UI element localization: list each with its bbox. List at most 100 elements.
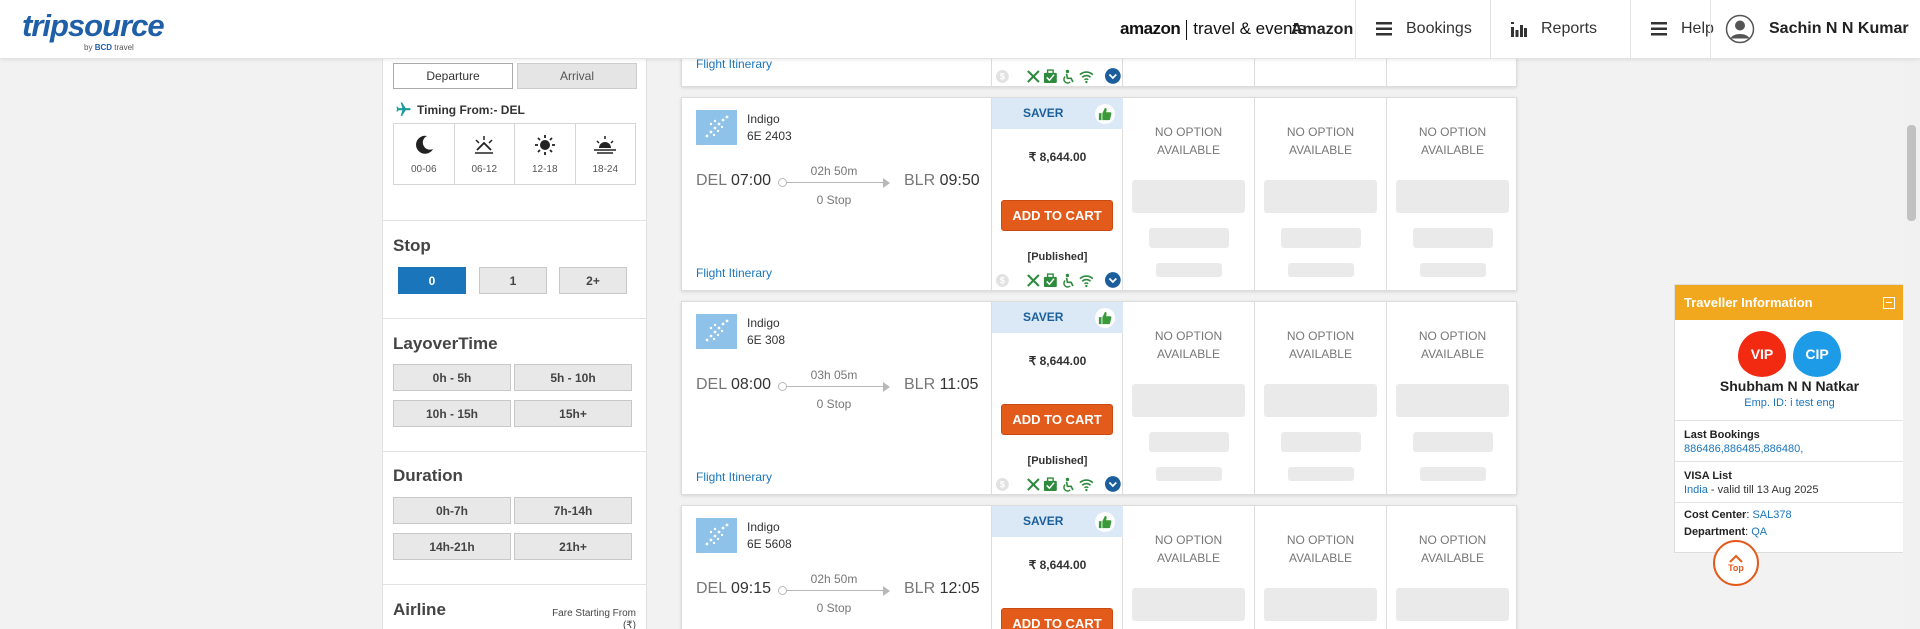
baggage-icon bbox=[1044, 68, 1058, 83]
arrival-info: BLR 11:05 bbox=[904, 376, 979, 393]
moon-icon bbox=[415, 135, 433, 154]
thumbs-up-icon bbox=[1095, 104, 1115, 124]
timing-slot-06-12[interactable]: 06-12 bbox=[455, 124, 515, 184]
fare-type-bar: SAVER bbox=[992, 98, 1123, 129]
departure-info: DEL 08:00 bbox=[696, 376, 772, 393]
cost-center-row: Cost Center: SAL378 Department: QA bbox=[1675, 502, 1904, 552]
no-option-label: NO OPTION AVAILABLE bbox=[1286, 533, 1355, 565]
fare-column: SAVER ₹ 8,644.00 ADD TO CART [Published]… bbox=[991, 98, 1123, 290]
flight-result-card: Indigo 6E 5608 DEL 09:15 02h 50m 0 Stop … bbox=[681, 505, 1517, 629]
chevron-down-icon[interactable] bbox=[1105, 68, 1121, 84]
indigo-logo-icon bbox=[705, 115, 728, 137]
chevron-down-icon[interactable] bbox=[1105, 272, 1121, 288]
user-name: Sachin N N Kumar bbox=[1769, 20, 1909, 37]
baggage-icon bbox=[1044, 476, 1058, 491]
department-value: QA bbox=[1751, 526, 1768, 538]
airline-logo bbox=[696, 110, 737, 145]
departure-info: DEL 07:00 bbox=[696, 172, 772, 189]
wifi-icon bbox=[1079, 70, 1094, 83]
add-to-cart-button[interactable]: ADD TO CART bbox=[1001, 608, 1113, 629]
airplane-icon bbox=[396, 102, 411, 116]
nav-reports[interactable]: Reports bbox=[1490, 0, 1630, 58]
chevron-down-icon[interactable] bbox=[1105, 476, 1121, 492]
fare-price: ₹ 8,644.00 bbox=[1028, 354, 1087, 368]
fare-type-bar: SAVER bbox=[992, 302, 1123, 333]
tab-arrival[interactable]: Arrival bbox=[517, 63, 637, 89]
duration-option-0-7[interactable]: 0h-7h bbox=[393, 497, 511, 524]
airline-name: Indigo bbox=[747, 520, 780, 534]
tripsource-logo[interactable]: tripsource by BCD travel bbox=[22, 8, 165, 52]
nav-reports-label: Reports bbox=[1541, 20, 1598, 37]
layover-option-15plus[interactable]: 15h+ bbox=[514, 400, 632, 427]
amazon-travel-logo: amazon travel & events bbox=[1120, 19, 1306, 40]
visa-validity: - valid till 13 Aug 2025 bbox=[1707, 484, 1819, 496]
currency-icon: $ bbox=[995, 477, 1009, 491]
layover-option-10-15[interactable]: 10h - 15h bbox=[393, 400, 511, 427]
flight-itinerary-link[interactable]: Flight Itinerary bbox=[696, 57, 772, 71]
thumbs-up-icon bbox=[1095, 308, 1115, 328]
wifi-icon bbox=[1079, 274, 1094, 287]
fare-column: SAVER ₹ 8,644.00 ADD TO CART [Published]… bbox=[991, 302, 1123, 494]
last-bookings-links[interactable]: 886486,886485,886480, bbox=[1684, 443, 1895, 455]
timing-slot-00-06[interactable]: 00-06 bbox=[394, 124, 455, 184]
no-option-label: NO OPTION AVAILABLE bbox=[1418, 329, 1487, 361]
fare-column: SAVER ₹ 8,644.00 ADD TO CART bbox=[991, 506, 1123, 629]
traveller-name: Shubham N N Natkar bbox=[1719, 378, 1860, 394]
layover-option-0-5[interactable]: 0h - 5h bbox=[393, 364, 511, 391]
top-header: tripsource by BCD travel amazon travel & … bbox=[0, 0, 1920, 59]
departure-info: DEL 09:15 bbox=[696, 580, 772, 597]
add-to-cart-button[interactable]: ADD TO CART bbox=[1001, 200, 1113, 231]
nav-bookings[interactable]: Bookings bbox=[1355, 0, 1490, 58]
no-option-column: NO OPTION AVAILABLE bbox=[1387, 506, 1519, 629]
stop-count: 0 Stop bbox=[816, 601, 852, 615]
collapse-icon[interactable] bbox=[1883, 296, 1895, 309]
no-option-column: NO OPTION AVAILABLE bbox=[1387, 302, 1519, 494]
thumbs-up-icon bbox=[1095, 512, 1115, 532]
no-option-column: NO OPTION AVAILABLE bbox=[1123, 506, 1255, 629]
fare-type-label: SAVER bbox=[1023, 310, 1064, 324]
departure-arrival-toggle: Departure Arrival bbox=[393, 63, 637, 89]
meal-icon bbox=[1026, 273, 1040, 287]
tab-departure[interactable]: Departure bbox=[393, 63, 513, 89]
layover-option-5-10[interactable]: 5h - 10h bbox=[514, 364, 632, 391]
wifi-icon bbox=[1079, 478, 1094, 491]
stop-option-1[interactable]: 1 bbox=[479, 267, 547, 294]
page-scrollbar[interactable] bbox=[1903, 59, 1920, 629]
amenities-row: $ bbox=[995, 476, 1121, 492]
duration-option-21plus[interactable]: 21h+ bbox=[514, 533, 632, 560]
no-option-label: NO OPTION AVAILABLE bbox=[1154, 329, 1223, 361]
no-option-label: NO OPTION AVAILABLE bbox=[1418, 125, 1487, 157]
no-option-column: NO OPTION AVAILABLE bbox=[1123, 98, 1255, 290]
user-menu[interactable]: Sachin N N Kumar bbox=[1710, 0, 1920, 58]
svg-text:$: $ bbox=[1000, 71, 1005, 81]
scroll-to-top-button[interactable]: Top bbox=[1713, 540, 1759, 586]
stop-option-0[interactable]: 0 bbox=[398, 267, 466, 294]
last-bookings-label: Last Bookings bbox=[1684, 429, 1760, 441]
bar-chart-icon bbox=[1511, 21, 1527, 37]
flight-itinerary-link[interactable]: Flight Itinerary bbox=[696, 470, 772, 484]
cip-badge: CIP bbox=[1793, 331, 1841, 377]
duration-option-7-14[interactable]: 7h-14h bbox=[514, 497, 632, 524]
timing-slot-12-18[interactable]: 12-18 bbox=[515, 124, 576, 184]
visa-country[interactable]: India bbox=[1684, 484, 1708, 496]
flight-itinerary-link[interactable]: Flight Itinerary bbox=[696, 266, 772, 280]
indigo-logo-icon bbox=[705, 319, 728, 341]
flight-number: 6E 308 bbox=[747, 333, 786, 347]
duration-option-14-21[interactable]: 14h-21h bbox=[393, 533, 511, 560]
add-to-cart-button[interactable]: ADD TO CART bbox=[1001, 404, 1113, 435]
svg-text:$: $ bbox=[1000, 275, 1005, 285]
cost-center-label: Cost Center bbox=[1684, 509, 1747, 521]
stop-option-2plus[interactable]: 2+ bbox=[559, 267, 627, 294]
airline-name: Indigo bbox=[747, 112, 780, 126]
currency-icon: $ bbox=[995, 69, 1009, 83]
wheelchair-icon bbox=[1063, 477, 1074, 492]
chevron-up-icon bbox=[1729, 554, 1743, 563]
svg-text:$: $ bbox=[1000, 479, 1005, 489]
scrollbar-thumb[interactable] bbox=[1907, 125, 1916, 221]
flight-result-card: Indigo 6E 2403 DEL 07:00 02h 50m 0 Stop … bbox=[681, 97, 1517, 291]
menu-icon bbox=[1651, 22, 1667, 36]
no-option-column: NO OPTION AVAILABLE bbox=[1255, 506, 1387, 629]
flight-number: 6E 2403 bbox=[747, 129, 792, 143]
timing-slot-18-24[interactable]: 18-24 bbox=[576, 124, 636, 184]
layover-filter-title: LayoverTime bbox=[393, 334, 498, 353]
